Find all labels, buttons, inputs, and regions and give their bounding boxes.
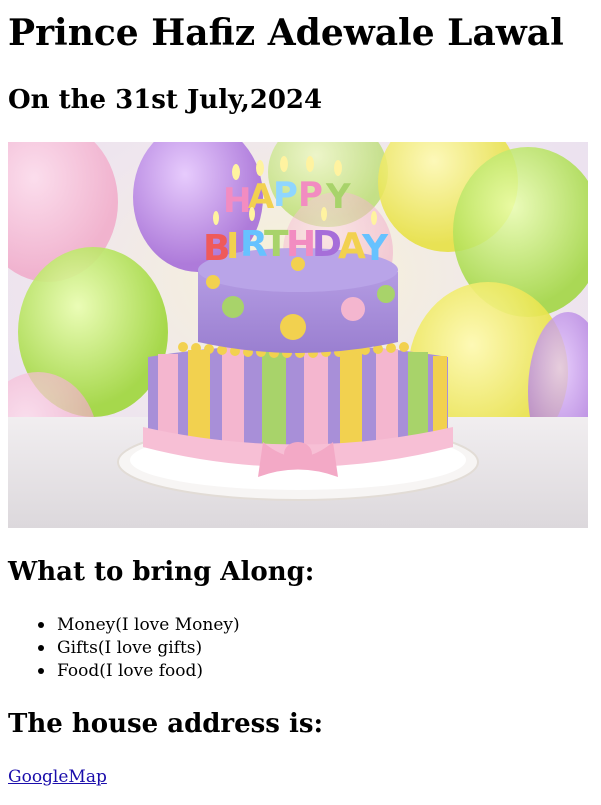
svg-text:Y: Y	[361, 228, 389, 269]
svg-text:Y: Y	[325, 177, 351, 217]
bring-along-heading: What to bring Along:	[8, 557, 315, 587]
list-item: Gifts(I love gifts)	[38, 637, 240, 660]
list-item: Money(I love Money)	[38, 614, 240, 637]
google-map-link[interactable]: GoogleMap	[8, 766, 107, 788]
svg-text:P: P	[298, 175, 323, 215]
svg-text:I: I	[226, 226, 239, 267]
event-date-heading: On the 31st July,2024	[8, 85, 323, 115]
svg-text:P: P	[273, 175, 298, 215]
birthday-cake-image: H A P P Y B I R T H D A Y	[8, 142, 588, 528]
bring-list: Money(I love Money) Gifts(I love gifts) …	[38, 614, 240, 683]
page-title: Prince Hafiz Adewale Lawal	[8, 12, 564, 54]
address-heading: The house address is:	[8, 709, 324, 739]
list-item: Food(I love food)	[38, 660, 240, 683]
